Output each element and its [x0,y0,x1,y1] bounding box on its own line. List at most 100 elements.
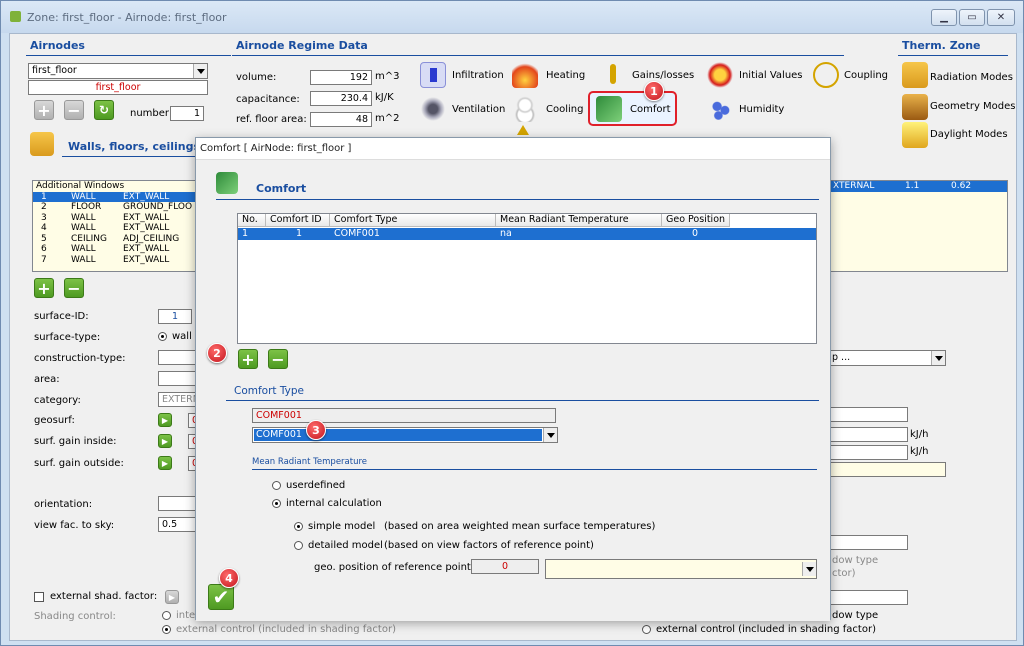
initial-values-icon[interactable] [707,62,733,88]
cell: WALL [71,191,96,202]
walls-list[interactable]: Additional Windows 1 WALL EXT_WALL 2 FLOOR GR… [32,180,200,272]
capacitance-field[interactable]: 230.4 [310,91,372,106]
list-item[interactable]: 7 WALL EXT_WALL [33,255,199,266]
minimize-button[interactable]: ▁ [931,9,957,26]
radiation-modes-icon[interactable] [902,62,928,88]
shading-control-label: Shading control: [34,611,116,622]
humidity-label[interactable]: Humidity [739,104,784,115]
wall-radio[interactable] [158,332,167,341]
add-surface-button[interactable]: + [34,278,54,298]
right-field-2[interactable] [828,427,908,442]
coupling-label[interactable]: Coupling [844,70,888,81]
heating-icon[interactable] [512,62,538,88]
comfort-label[interactable]: Comfort [630,104,671,115]
column-header[interactable]: Comfort ID [266,214,330,227]
cell: ADJ_CEILING [123,233,180,244]
add-airnode-button[interactable]: + [34,100,54,120]
maximize-button[interactable]: ▭ [959,9,985,26]
refresh-icon[interactable]: ↻ [94,100,114,120]
right-field-1[interactable] [828,407,908,422]
detailed-model-label: detailed model [308,540,383,551]
list-item[interactable]: 4 WALL EXT_WALL [33,223,199,234]
play-icon[interactable]: ▶ [158,456,172,470]
remove-comfort-button[interactable]: − [268,349,288,369]
cooling-icon[interactable] [512,96,538,122]
list-item[interactable]: 1 WALL EXT_WALL [33,191,199,202]
current-airnode: first_floor [28,80,208,95]
geosurf-label: geosurf: [34,415,75,426]
walls-header: Walls, floors, ceilings, r [68,140,214,153]
external-shad-checkbox[interactable] [34,592,44,602]
cell: 2 [41,202,47,212]
external-control-radio-right[interactable] [642,625,651,634]
right-field-5[interactable] [828,590,908,605]
airnode-select[interactable]: first_floor [28,63,208,79]
list-item[interactable]: 5 CEILING ADJ_CEILING [33,234,199,245]
column-header[interactable]: No. [238,214,266,227]
comfort-type-header: Comfort Type [234,385,304,397]
play-icon[interactable]: ▶ [158,434,172,448]
cell: WALL [71,212,96,223]
cell: 6 [41,244,47,254]
gains-losses-icon[interactable] [600,60,626,86]
daylight-modes-icon[interactable] [902,122,928,148]
play-icon[interactable]: ▶ [158,413,172,427]
remove-airnode-button[interactable]: − [64,100,84,120]
comfort-table[interactable]: No. Comfort ID Comfort Type Mean Radiant… [237,213,817,344]
cooling-label[interactable]: Cooling [546,104,583,115]
right-field-3[interactable] [828,445,908,460]
geometry-modes-label[interactable]: Geometry Modes [930,101,1016,112]
ventilation-icon[interactable] [420,96,446,122]
detailed-model-radio[interactable] [294,541,303,550]
internal-calculation-radio[interactable] [272,499,281,508]
house-icon [30,132,54,156]
factor-label: ctor) [832,568,856,579]
construction-type-field[interactable] [158,350,198,365]
chevron-down-icon [543,428,557,442]
cell-no: 1 [242,228,249,239]
add-comfort-button[interactable]: + [238,349,258,369]
daylight-modes-label[interactable]: Daylight Modes [930,129,1008,140]
walls-list-right[interactable]: XTERNAL 1.1 0.62 [830,180,1008,272]
list-item[interactable]: 6 WALL EXT_WALL [33,244,199,255]
gains-label[interactable]: Gains/losses [632,70,694,81]
floor-area-field[interactable]: 48 [310,112,372,127]
column-header[interactable]: Mean Radiant Temperature [496,214,662,227]
initial-values-label[interactable]: Initial Values [739,70,803,81]
volume-field[interactable]: 192 [310,70,372,85]
coupling-icon[interactable] [813,62,839,88]
external-control-label-right: external control (included in shading fa… [656,624,876,635]
comfort-icon[interactable] [596,96,622,122]
heating-label[interactable]: Heating [546,70,585,81]
surface-id-field[interactable]: 1 [158,309,192,324]
cell: 4 [41,223,47,233]
step-badge-2: 2 [207,343,227,363]
column-header[interactable]: Comfort Type [330,214,496,227]
geo-position-select[interactable] [545,559,817,579]
right-combo[interactable]: p ... [828,350,946,366]
list-item[interactable]: 3 WALL EXT_WALL [33,213,199,224]
infiltration-icon[interactable] [420,62,446,88]
radiation-modes-label[interactable]: Radiation Modes [930,72,1013,83]
area-field[interactable] [158,371,198,386]
humidity-icon[interactable] [708,96,734,122]
orientation-field[interactable] [158,496,198,511]
list-item[interactable]: 2 FLOOR GROUND_FLOO [33,202,199,213]
simple-model-radio[interactable] [294,522,303,531]
userdefined-radio[interactable] [272,481,281,490]
number-field[interactable]: 1 [170,106,204,121]
infiltration-label[interactable]: Infiltration [452,70,504,81]
ventilation-label[interactable]: Ventilation [452,104,505,115]
view-factor-field[interactable]: 0.5 [158,517,198,532]
geometry-modes-icon[interactable] [902,94,928,120]
right-field-4[interactable] [828,535,908,550]
remove-surface-button[interactable]: − [64,278,84,298]
surface-id-label: surface-ID: [34,311,89,322]
close-button[interactable]: ✕ [987,9,1015,26]
column-header[interactable]: Geo Position [662,214,730,227]
comfort-type-select[interactable]: COMF001 [252,427,558,443]
table-row[interactable]: XTERNAL 1.1 0.62 [831,181,1007,192]
cell-comfort-id: 1 [296,228,303,239]
table-row[interactable]: 1 1 COMF001 na 0 [238,228,816,240]
step-badge-4: 4 [219,568,239,588]
